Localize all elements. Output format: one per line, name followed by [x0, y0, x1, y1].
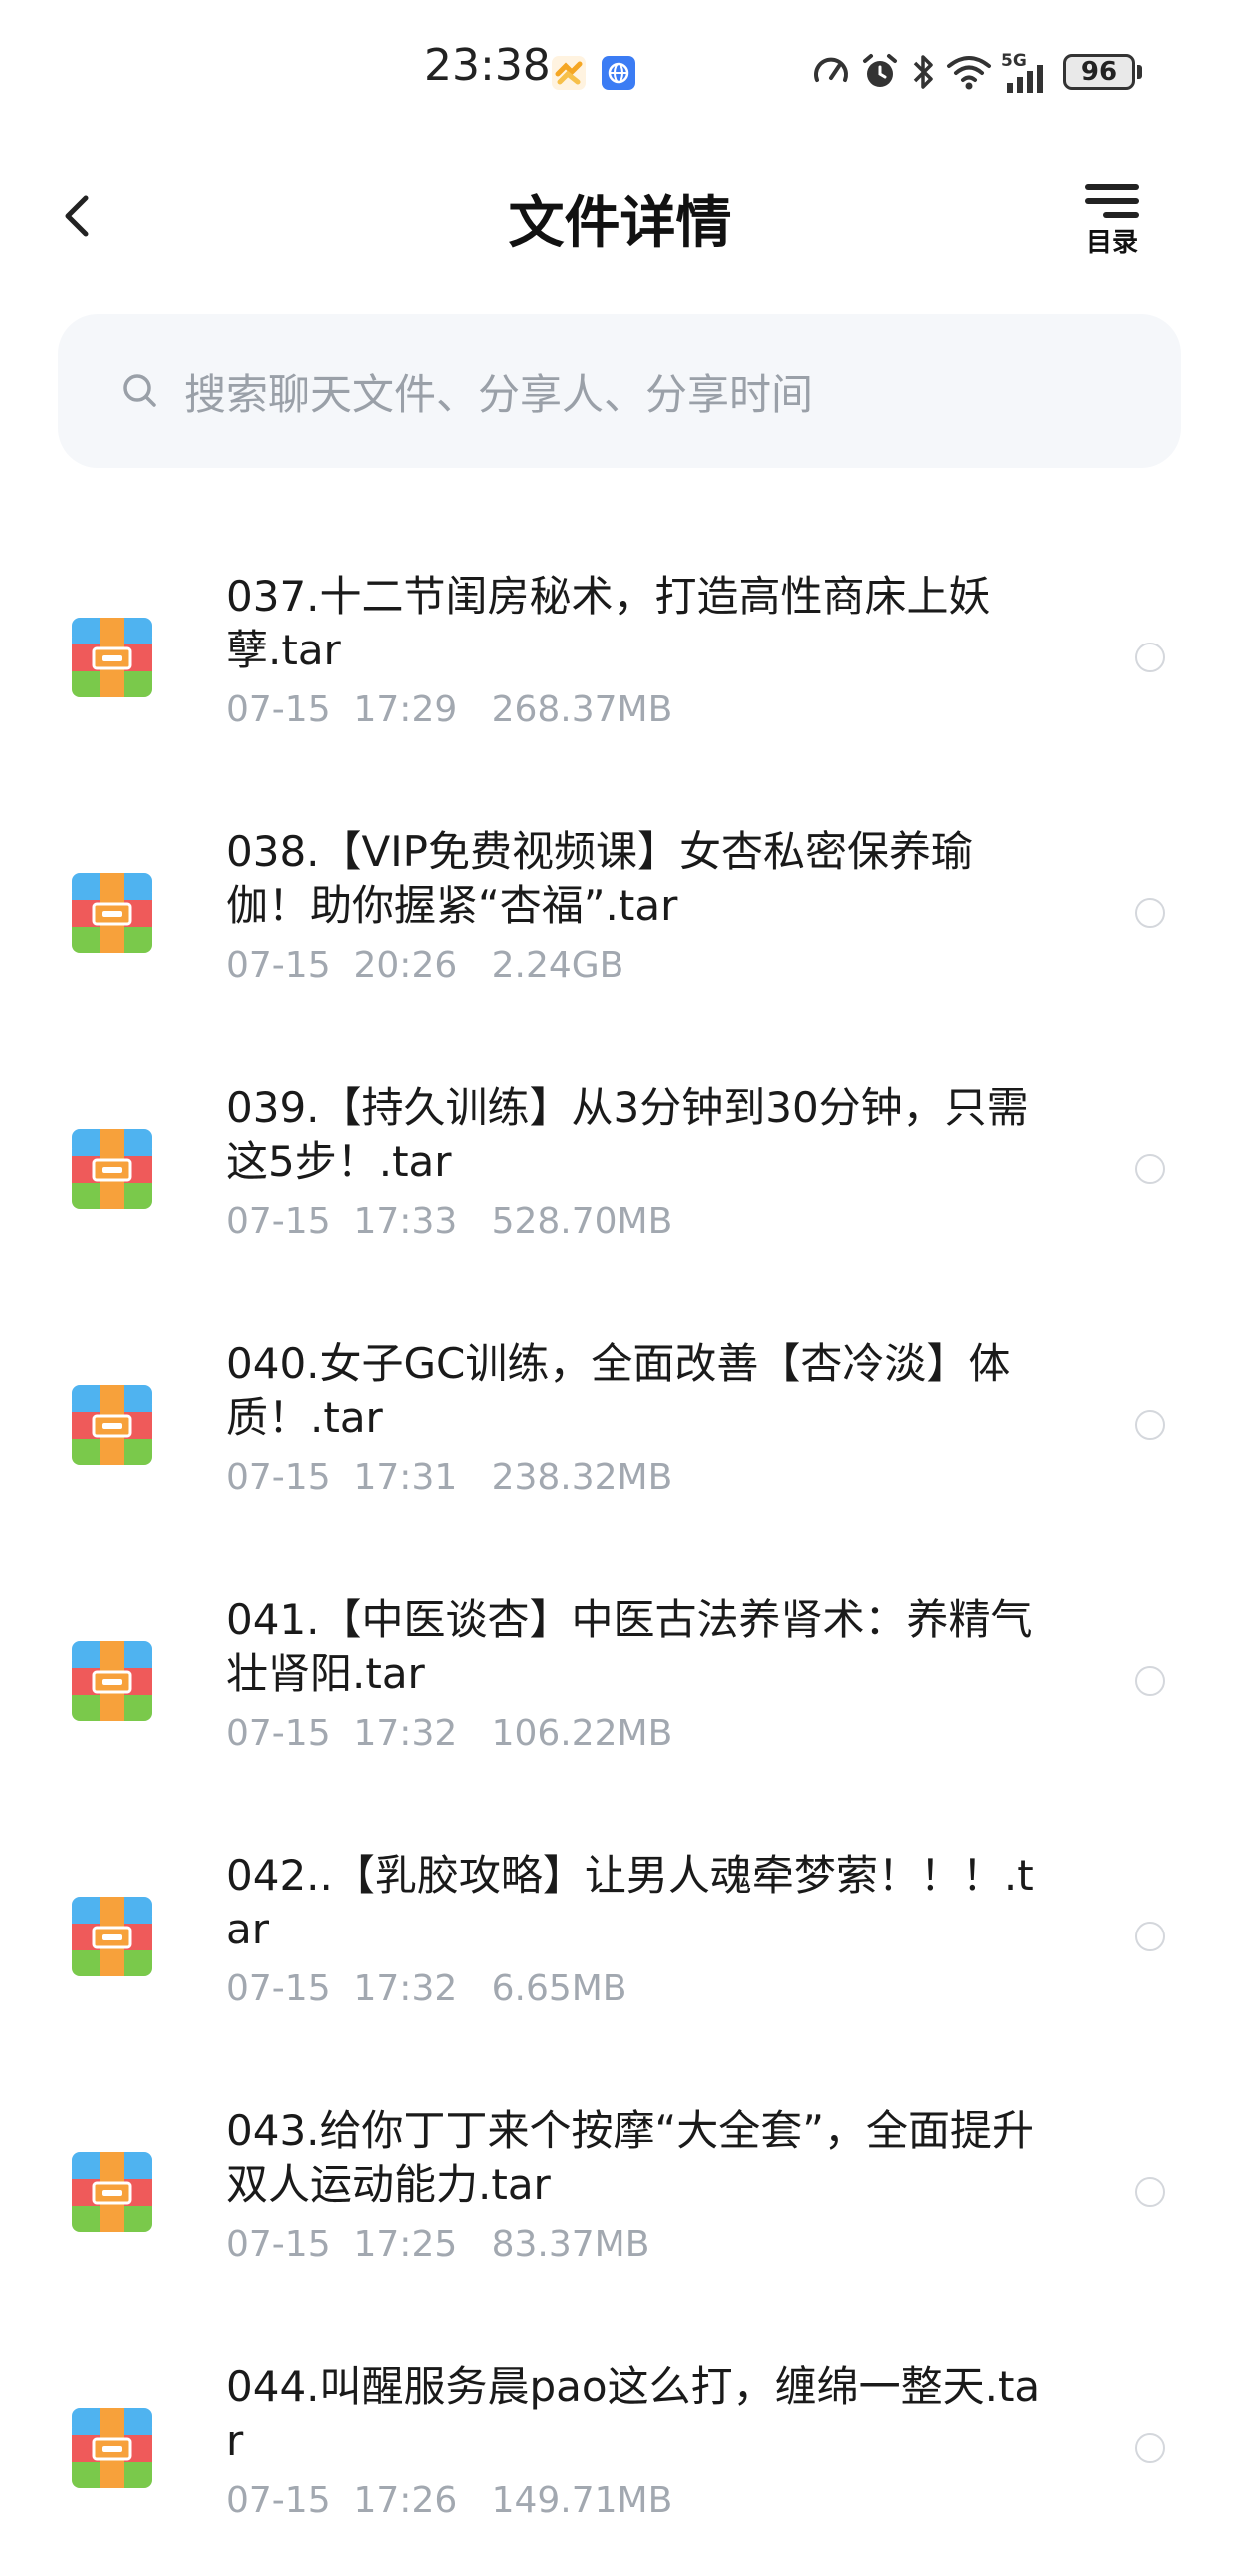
file-time: 17:31 — [353, 1457, 458, 1498]
file-date: 07-15 — [226, 1457, 331, 1498]
battery-indicator: 96 — [1063, 54, 1142, 90]
file-meta: 07-15 17:29 268.37MB — [226, 689, 672, 730]
bluetooth-icon — [913, 55, 933, 89]
archive-file-icon — [72, 2152, 152, 2232]
toc-button[interactable]: 目录 — [1077, 180, 1147, 258]
file-time: 20:26 — [353, 945, 458, 986]
file-date: 07-15 — [226, 2224, 331, 2265]
file-size: 528.70MB — [491, 1201, 673, 1242]
file-name: 040.女子GC训练，全面改善【杏冷淡】体质！.tar — [226, 1339, 1011, 1442]
header: 文件详情 目录 — [0, 150, 1240, 280]
file-time: 17:25 — [353, 2224, 458, 2265]
battery-tip — [1137, 65, 1142, 79]
page-title: 文件详情 — [508, 191, 732, 256]
file-size: 83.37MB — [491, 2224, 650, 2265]
file-time: 17:32 — [353, 1713, 458, 1754]
file-list-item[interactable]: 044.叫醒服务晨pao这么打，缠绵一整天.tar 07-15 17:26 14… — [0, 2320, 1240, 2576]
archive-file-icon — [72, 1641, 152, 1721]
file-name: 041.【中医谈杏】中医古法养肾术：养精气 壮肾阳.tar — [226, 1595, 1033, 1698]
battery-level: 96 — [1063, 54, 1135, 90]
speed-icon — [814, 57, 848, 82]
archive-file-icon — [72, 618, 152, 697]
file-name: 043.给你丁丁来个按摩“大全套”，全面提升双人运动能力.tar — [226, 2106, 1035, 2209]
file-time: 17:26 — [353, 2480, 458, 2521]
file-time: 17:29 — [353, 689, 458, 730]
status-bar: 23:38 5G 96 — [0, 0, 1240, 140]
archive-file-icon — [72, 873, 152, 953]
file-size: 268.37MB — [491, 689, 673, 730]
search-icon — [123, 374, 156, 407]
signal-5g-icon: 5G — [1001, 51, 1055, 93]
file-date: 07-15 — [226, 689, 331, 730]
select-radio[interactable] — [1135, 2177, 1165, 2207]
notification-browser-icon — [602, 56, 635, 90]
notification-app-icon — [552, 56, 586, 90]
file-list-item[interactable]: 042..【乳胶攻略】让男人魂牵梦萦！！！.tar 07-15 17:32 6.… — [0, 1809, 1240, 2064]
file-date: 07-15 — [226, 2480, 331, 2521]
file-size: 149.71MB — [491, 2480, 673, 2521]
archive-file-icon — [72, 1129, 152, 1209]
file-list-item[interactable]: 038.【VIP免费视频课】女杏私密保养瑜伽！助你握紧“杏福”.tar 07-1… — [0, 785, 1240, 1041]
file-size: 238.32MB — [491, 1457, 673, 1498]
archive-file-icon — [72, 1897, 152, 1976]
file-meta: 07-15 17:33 528.70MB — [226, 1201, 672, 1242]
search-placeholder: 搜索聊天文件、分享人、分享时间 — [184, 369, 814, 419]
file-list-item[interactable]: 041.【中医谈杏】中医古法养肾术：养精气 壮肾阳.tar 07-15 17:3… — [0, 1553, 1240, 1809]
archive-file-icon — [72, 2408, 152, 2488]
file-date: 07-15 — [226, 945, 331, 986]
toc-label: 目录 — [1085, 228, 1138, 258]
file-list-item[interactable]: 037.十二节闺房秘术，打造高性商床上妖孽.tar 07-15 17:29 26… — [0, 530, 1240, 785]
file-time: 17:32 — [353, 1968, 458, 2009]
file-name: 044.叫醒服务晨pao这么打，缠绵一整天.tar — [226, 2362, 1041, 2465]
list-icon — [1085, 184, 1139, 218]
search-input[interactable]: 搜索聊天文件、分享人、分享时间 — [58, 314, 1181, 468]
select-radio[interactable] — [1135, 898, 1165, 928]
file-date: 07-15 — [226, 1201, 331, 1242]
file-date: 07-15 — [226, 1968, 331, 2009]
file-size: 2.24GB — [491, 945, 624, 986]
alarm-icon — [863, 54, 897, 87]
file-meta: 07-15 20:26 2.24GB — [226, 945, 623, 986]
file-time: 17:33 — [353, 1201, 458, 1242]
file-meta: 07-15 17:31 238.32MB — [226, 1457, 672, 1498]
file-size: 6.65MB — [491, 1968, 627, 2009]
file-name: 039.【持久训练】从3分钟到30分钟，只需这5步！.tar — [226, 1083, 1029, 1186]
status-time: 23:38 — [424, 40, 551, 91]
file-name: 038.【VIP免费视频课】女杏私密保养瑜伽！助你握紧“杏福”.tar — [226, 827, 973, 930]
file-meta: 07-15 17:32 6.65MB — [226, 1968, 627, 2009]
select-radio[interactable] — [1135, 1154, 1165, 1184]
select-radio[interactable] — [1135, 2433, 1165, 2463]
file-list-item[interactable]: 039.【持久训练】从3分钟到30分钟，只需这5步！.tar 07-15 17:… — [0, 1041, 1240, 1297]
file-name: 042..【乳胶攻略】让男人魂牵梦萦！！！.tar — [226, 1851, 1034, 1953]
status-icons: 5G 96 — [811, 48, 1142, 96]
select-radio[interactable] — [1135, 643, 1165, 672]
file-meta: 07-15 17:26 149.71MB — [226, 2480, 672, 2521]
file-date: 07-15 — [226, 1713, 331, 1754]
select-radio[interactable] — [1135, 1666, 1165, 1696]
file-meta: 07-15 17:32 106.22MB — [226, 1713, 672, 1754]
file-list-item[interactable]: 043.给你丁丁来个按摩“大全套”，全面提升双人运动能力.tar 07-15 1… — [0, 2064, 1240, 2320]
file-meta: 07-15 17:25 83.37MB — [226, 2224, 649, 2265]
select-radio[interactable] — [1135, 1922, 1165, 1951]
file-size: 106.22MB — [491, 1713, 673, 1754]
archive-file-icon — [72, 1385, 152, 1465]
select-radio[interactable] — [1135, 1410, 1165, 1440]
file-list-item[interactable]: 040.女子GC训练，全面改善【杏冷淡】体质！.tar 07-15 17:31 … — [0, 1297, 1240, 1553]
wifi-icon — [947, 56, 991, 90]
file-name: 037.十二节闺房秘术，打造高性商床上妖孽.tar — [226, 572, 991, 674]
